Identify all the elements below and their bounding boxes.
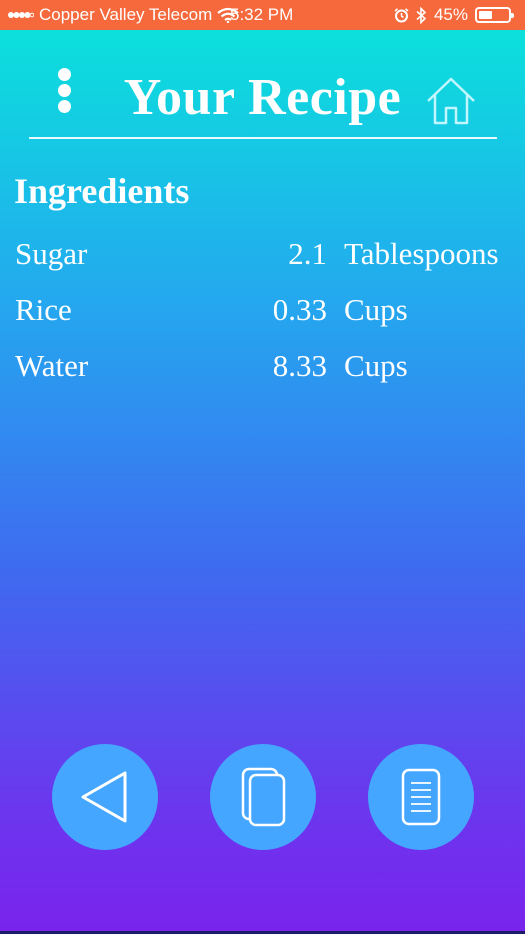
status-bar: Copper Valley Telecom 5:32 PM 45% [0, 0, 525, 30]
bluetooth-icon [416, 6, 427, 24]
ingredient-name: Sugar [15, 236, 88, 271]
battery-icon [475, 7, 514, 23]
alarm-icon [394, 7, 409, 22]
back-triangle-icon [81, 771, 127, 823]
back-button[interactable] [52, 744, 158, 850]
battery-level-fill [479, 11, 492, 19]
carrier-name: Copper Valley Telecom [39, 5, 213, 24]
copy-pages-icon [241, 767, 286, 827]
ingredients-heading: Ingredients [14, 171, 190, 211]
status-left: Copper Valley Telecom [8, 5, 239, 25]
ingredient-name: Rice [15, 292, 72, 327]
signal-icon [8, 12, 34, 18]
document-list-icon [401, 768, 441, 826]
ingredients-list: Sugar 2.1 Tablespoons Rice 0.33 Cups Wat… [0, 236, 525, 404]
home-icon[interactable] [424, 74, 478, 126]
ingredient-row: Sugar 2.1 Tablespoons [0, 236, 525, 292]
ingredient-quantity: 8.33 [272, 348, 327, 383]
ingredient-quantity: 0.33 [272, 292, 327, 327]
status-right: 45% [394, 5, 514, 25]
ingredient-unit: Cups [344, 348, 408, 383]
status-time: 5:32 PM [230, 5, 294, 24]
ingredient-name: Water [15, 348, 89, 383]
battery-percent: 45% [433, 5, 468, 24]
ingredient-row: Rice 0.33 Cups [0, 292, 525, 348]
ingredient-row: Water 8.33 Cups [0, 348, 525, 404]
copy-button[interactable] [210, 744, 316, 850]
ingredient-quantity: 2.1 [288, 236, 327, 271]
ingredient-unit: Tablespoons [344, 236, 499, 271]
bottom-nav [0, 744, 525, 850]
document-button[interactable] [368, 744, 474, 850]
ingredient-unit: Cups [344, 292, 408, 327]
recipe-screen: Your Recipe Ingredients Sugar 2.1 Tables… [0, 30, 525, 934]
header-divider [29, 137, 497, 139]
